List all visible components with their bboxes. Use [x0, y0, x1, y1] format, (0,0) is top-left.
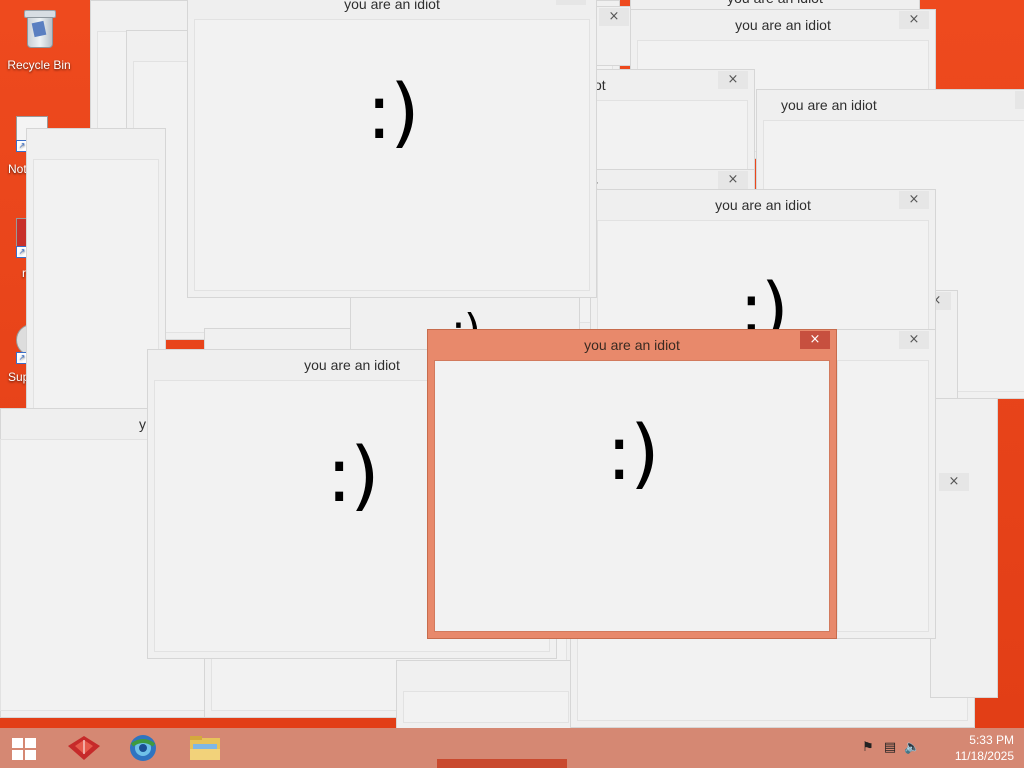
taskbar-app-file-explorer[interactable]	[177, 728, 233, 768]
volume-muted-icon[interactable]: 🔈	[904, 740, 920, 756]
popup-window[interactable]: you are an idiot × :)	[187, 0, 597, 298]
system-tray: ⚑ ▤ 🔈 5:33 PM 11/18/2025	[854, 728, 1024, 768]
network-icon[interactable]: ▤	[882, 740, 898, 756]
taskbar-clock[interactable]: 5:33 PM 11/18/2025	[955, 732, 1014, 764]
close-button[interactable]: ×	[1015, 91, 1024, 109]
close-button[interactable]: ×	[556, 0, 586, 5]
taskbar: ⚑ ▤ 🔈 5:33 PM 11/18/2025	[0, 728, 1024, 768]
popup-window[interactable]: ×	[930, 398, 998, 698]
action-center-flag-icon[interactable]: ⚑	[860, 740, 876, 756]
window-title: you are an idiot	[591, 190, 935, 220]
taskbar-app-security[interactable]	[56, 728, 112, 768]
close-button[interactable]: ×	[800, 331, 830, 349]
popup-window-body	[403, 691, 569, 723]
window-title: you are an idiot	[757, 90, 1024, 120]
close-button[interactable]: ×	[939, 473, 969, 491]
globe-browser-icon	[130, 735, 156, 761]
popup-window-body	[577, 631, 968, 721]
window-title: you are an idiot	[428, 330, 836, 360]
popup-window-body	[592, 100, 748, 172]
recycle-bin-shortcut[interactable]: Recycle Bin	[0, 8, 78, 72]
popup-window-body	[837, 360, 929, 632]
window-title: you are an idiot	[188, 0, 596, 19]
close-button[interactable]: ×	[899, 331, 929, 349]
popup-window[interactable]: ×	[830, 329, 936, 639]
active-task-indicator[interactable]	[437, 759, 567, 768]
close-button[interactable]: ×	[899, 191, 929, 209]
smiley-face: :)	[606, 408, 659, 497]
smiley-face: :)	[366, 67, 419, 156]
close-button[interactable]: ×	[718, 71, 748, 89]
start-button[interactable]	[0, 728, 56, 768]
fox-shield-icon	[68, 736, 100, 760]
popup-window[interactable]	[26, 128, 166, 418]
desktop: Recycle Bin ↗ Not ↗ r ↗ Sup y :) ×	[0, 0, 1024, 728]
window-title: you are an idiot	[631, 10, 935, 40]
close-button[interactable]: ×	[899, 11, 929, 29]
popup-window-body	[33, 159, 159, 411]
active-popup-window[interactable]: you are an idiot × :)	[427, 329, 837, 639]
desktop-icon-label: Not	[8, 162, 27, 176]
close-button[interactable]: ×	[599, 8, 629, 26]
recycle-bin-icon	[24, 8, 56, 48]
clock-date: 11/18/2025	[954, 749, 1014, 763]
taskbar-app-browser[interactable]	[116, 728, 172, 768]
windows-logo-icon	[12, 738, 36, 760]
desktop-icon-label: Recycle Bin	[7, 58, 71, 72]
popup-window[interactable]: ot ×	[585, 69, 755, 179]
close-button[interactable]: ×	[718, 171, 748, 189]
clock-time: 5:33 PM	[969, 733, 1014, 747]
popup-window[interactable]	[396, 660, 576, 728]
folder-icon	[190, 736, 220, 760]
